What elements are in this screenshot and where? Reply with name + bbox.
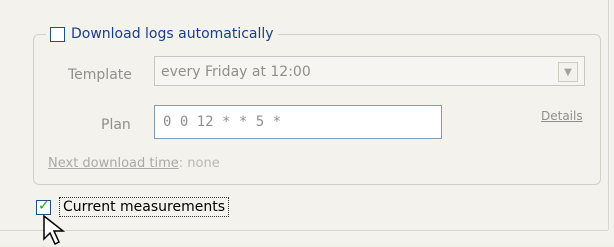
plan-label: Plan: [101, 117, 131, 133]
current-measurements-checkbox[interactable]: [36, 198, 51, 215]
download-logs-option[interactable]: Download logs automatically: [46, 22, 278, 46]
details-link[interactable]: Details: [541, 109, 583, 123]
current-measurements-label: Current measurements: [59, 197, 229, 217]
plan-input-value: 0 0 12 * * 5 *: [163, 114, 282, 130]
template-select[interactable]: every Friday at 12:00 ▼: [154, 56, 585, 86]
next-download-line: Next download time: none: [48, 156, 220, 171]
plan-input[interactable]: 0 0 12 * * 5 *: [154, 105, 442, 139]
next-download-value: : none: [178, 156, 220, 171]
template-value: every Friday at 12:00: [161, 64, 311, 80]
panel-divider-right: [608, 0, 609, 230]
mouse-pointer-icon: [43, 215, 66, 246]
download-logs-label: Download logs automatically: [71, 26, 274, 42]
panel-divider-bottom: [0, 230, 608, 231]
template-label: Template: [68, 67, 132, 83]
next-download-link[interactable]: Next download time: [48, 156, 179, 171]
chevron-down-icon[interactable]: ▼: [558, 62, 578, 82]
download-logs-checkbox[interactable]: [50, 26, 65, 42]
